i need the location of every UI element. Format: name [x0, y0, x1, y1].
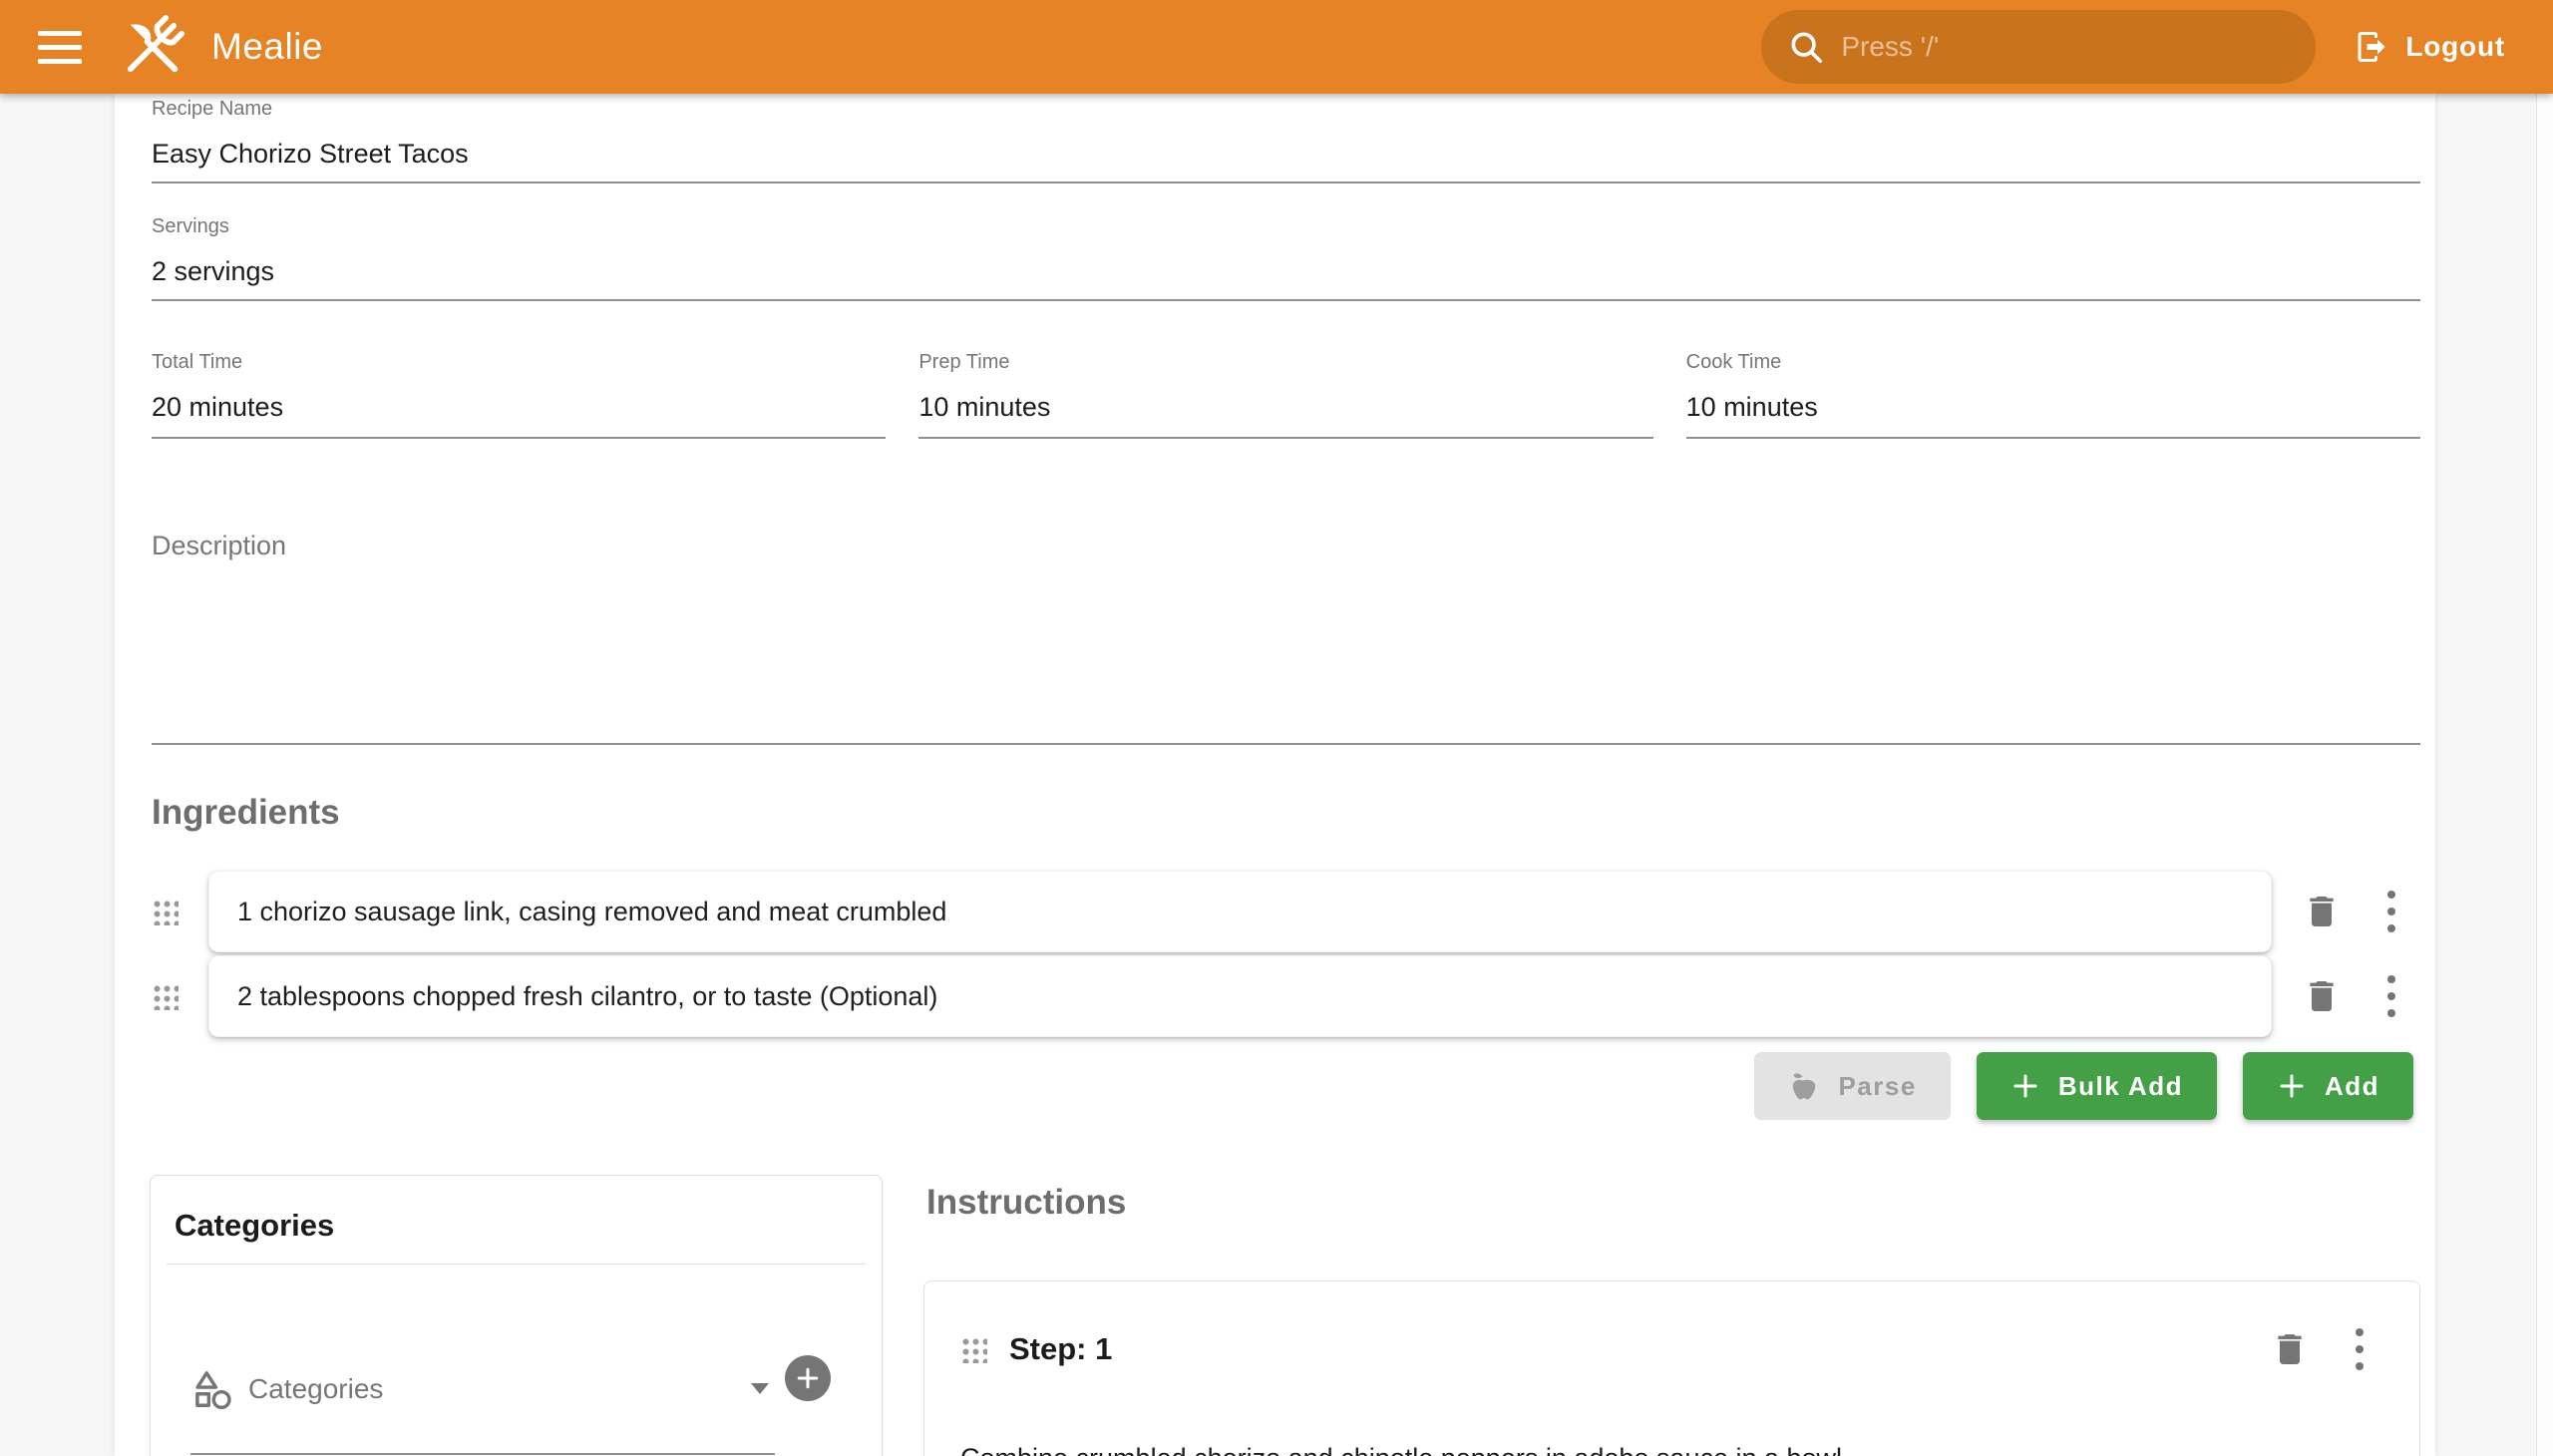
kebab-menu-icon [2356, 1328, 2364, 1370]
logout-label: Logout [2405, 31, 2505, 63]
add-category-button[interactable] [785, 1355, 831, 1401]
plus-icon [794, 1364, 822, 1392]
instructions-heading: Instructions [926, 1183, 1126, 1223]
plus-icon [2010, 1071, 2040, 1101]
ingredient-menu-button[interactable] [2370, 890, 2413, 933]
description-field[interactable]: Description [152, 519, 2420, 745]
cook-time-label: Cook Time [1686, 349, 2420, 375]
step-header: Step: 1 [960, 1317, 2381, 1381]
mealie-silverware-logo-icon [116, 10, 189, 84]
categories-select[interactable]: Categories [190, 1325, 775, 1455]
servings-value[interactable]: 2 servings [152, 251, 2420, 291]
kebab-menu-icon [2387, 891, 2395, 932]
search-icon [1787, 28, 1825, 66]
ingredient-actions-row: Parse Bulk Add Add [152, 1052, 2413, 1120]
parse-label: Parse [1838, 1071, 1916, 1102]
time-fields-row: Total Time 20 minutes Prep Time 10 minut… [152, 349, 2420, 439]
recipe-editor-screen: Mealie Press '/' Logout Recipe Name Easy… [0, 0, 2553, 1456]
drag-handle-icon[interactable] [960, 1336, 987, 1363]
add-label: Add [2325, 1071, 2379, 1102]
search-input[interactable]: Press '/' [1761, 10, 2316, 84]
total-time-label: Total Time [152, 349, 886, 375]
categories-card-title: Categories [175, 1204, 882, 1248]
delete-ingredient-button[interactable] [2300, 974, 2344, 1018]
categories-card: Categories Categories [150, 1175, 883, 1456]
add-ingredient-button[interactable]: Add [2243, 1052, 2413, 1120]
ingredients-heading: Ingredients [152, 793, 340, 833]
total-time-value[interactable]: 20 minutes [152, 387, 886, 427]
trash-icon [2270, 1329, 2310, 1369]
trash-icon [2302, 976, 2342, 1016]
recipe-name-value[interactable]: Easy Chorizo Street Tacos [152, 134, 2420, 174]
categories-select-label: Categories [248, 1373, 383, 1405]
step-title: Step: 1 [1009, 1331, 1112, 1367]
step-menu-button[interactable] [2338, 1327, 2381, 1371]
app-title: Mealie [211, 26, 323, 68]
drag-handle-icon[interactable] [152, 899, 179, 925]
logout-button[interactable]: Logout [2354, 29, 2505, 65]
ingredient-row: 2 tablespoons chopped fresh cilantro, or… [152, 955, 2413, 1037]
ingredient-menu-button[interactable] [2370, 974, 2413, 1018]
description-label: Description [152, 519, 2420, 562]
bulk-add-label: Bulk Add [2058, 1071, 2183, 1102]
parse-button[interactable]: Parse [1754, 1052, 1950, 1120]
total-time-field[interactable]: Total Time 20 minutes [152, 349, 886, 439]
servings-label: Servings [152, 213, 2420, 239]
ingredient-input[interactable]: 1 chorizo sausage link, casing removed a… [208, 871, 2272, 952]
step-text-input[interactable]: Combine crumbled chorizo and chipotle pe… [960, 1441, 2381, 1456]
recipe-name-field[interactable]: Recipe Name Easy Chorizo Street Tacos [152, 96, 2420, 183]
cook-time-value[interactable]: 10 minutes [1686, 387, 2420, 427]
trash-icon [2302, 892, 2342, 931]
drag-handle-icon[interactable] [152, 983, 179, 1010]
apple-icon [1788, 1070, 1820, 1102]
vertical-scrollbar[interactable] [2536, 94, 2553, 1456]
plus-icon [2277, 1071, 2307, 1101]
servings-field[interactable]: Servings 2 servings [152, 213, 2420, 301]
search-placeholder: Press '/' [1841, 31, 1939, 63]
divider [167, 1264, 866, 1265]
kebab-menu-icon [2387, 975, 2395, 1017]
cook-time-field[interactable]: Cook Time 10 minutes [1686, 349, 2420, 439]
prep-time-label: Prep Time [918, 349, 1652, 375]
prep-time-field[interactable]: Prep Time 10 minutes [918, 349, 1652, 439]
ingredient-text: 1 chorizo sausage link, casing removed a… [237, 897, 946, 927]
instruction-step-card: Step: 1 Combine crumbled chorizo and chi… [923, 1280, 2420, 1456]
shapes-category-icon [190, 1368, 232, 1410]
ingredient-row: 1 chorizo sausage link, casing removed a… [152, 871, 2413, 952]
delete-step-button[interactable] [2268, 1327, 2312, 1371]
menu-hamburger-button[interactable] [34, 19, 90, 75]
logout-icon [2354, 29, 2389, 65]
delete-ingredient-button[interactable] [2300, 890, 2344, 933]
ingredient-text: 2 tablespoons chopped fresh cilantro, or… [237, 981, 937, 1012]
app-header: Mealie Press '/' Logout [0, 0, 2553, 94]
prep-time-value[interactable]: 10 minutes [918, 387, 1652, 427]
chevron-down-icon [751, 1383, 769, 1394]
bulk-add-button[interactable]: Bulk Add [1977, 1052, 2217, 1120]
recipe-name-label: Recipe Name [152, 96, 2420, 122]
ingredient-input[interactable]: 2 tablespoons chopped fresh cilantro, or… [208, 955, 2272, 1037]
